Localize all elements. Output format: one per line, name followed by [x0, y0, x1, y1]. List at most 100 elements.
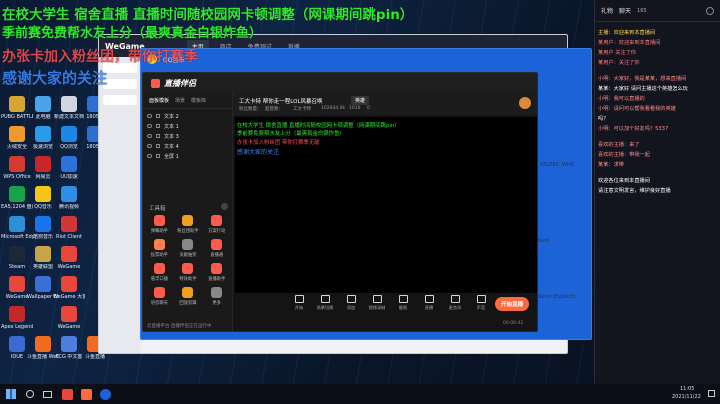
- chat-message: 小明：请问可以帮我看看我的英雄: [598, 106, 676, 112]
- taskbar-app-qq[interactable]: [100, 388, 111, 400]
- room-tag[interactable]: 英雄: [351, 96, 370, 105]
- bottom-tool[interactable]: 直播: [419, 295, 439, 311]
- room-title[interactable]: 工大卡特 帮你走一程LOL风暴召唤: [239, 97, 323, 105]
- tool-item[interactable]: 悬浮口播: [145, 263, 174, 282]
- desktop-icon-label: 斗鱼直播: [84, 354, 105, 360]
- tool-item[interactable]: 贡献抽奖: [174, 239, 203, 258]
- desktop-icon[interactable]: WeGame: [54, 246, 84, 270]
- lock-icon[interactable]: [156, 114, 160, 118]
- eye-icon[interactable]: [147, 114, 152, 118]
- tools-close-icon[interactable]: [221, 203, 228, 210]
- eye-icon[interactable]: [147, 124, 152, 128]
- notification-icon[interactable]: [708, 390, 715, 397]
- overlay-line-4: 感谢大家的关注: [2, 69, 108, 87]
- desktop-icon[interactable]: UU加速: [54, 156, 84, 180]
- app-icon: [35, 336, 51, 352]
- eye-icon[interactable]: [147, 134, 152, 138]
- bg-song-2: bum: [538, 238, 550, 244]
- tool-label: 语音聊天: [150, 301, 168, 306]
- lock-icon[interactable]: [156, 154, 160, 158]
- bg-song-3: Sonic (Explicit): [538, 294, 576, 300]
- app-icon: [9, 306, 25, 322]
- tool-item[interactable]: 直播通: [202, 239, 231, 258]
- tool-label: 回放剪辑: [179, 301, 197, 306]
- desktop-icon-label: Riot Client: [56, 234, 82, 240]
- tool-item[interactable]: 弹幕助手: [145, 215, 174, 234]
- task-view-icon[interactable]: [43, 390, 52, 398]
- chat-message: 欢迎各位来到本直播间: [598, 178, 650, 184]
- tool-label: 直播通: [210, 253, 224, 258]
- app-icon: [9, 276, 25, 292]
- chat-message: 请注意文明发言，维护良好直播: [598, 188, 671, 194]
- source-item[interactable]: 文本 1: [147, 121, 228, 131]
- tool-label: 弹幕助手: [150, 229, 168, 234]
- source-item[interactable]: 文本 3: [147, 131, 228, 141]
- bottom-tool-label: 场景切换: [316, 305, 334, 310]
- lock-icon[interactable]: [156, 134, 160, 138]
- chat-settings-icon[interactable]: [706, 6, 714, 15]
- companion-tab[interactable]: 模板库: [191, 97, 206, 104]
- chat-tab-chat[interactable]: 聊天: [619, 6, 631, 15]
- companion-tab[interactable]: 面板模板: [149, 97, 169, 104]
- start-live-button[interactable]: 开始直播: [495, 297, 529, 311]
- tool-icon: [153, 239, 165, 250]
- bottom-tool-icon: [398, 295, 408, 303]
- preview-line-4: 感谢大家的关注: [237, 149, 280, 156]
- desktop-icon-label: WeGame 大客: [53, 294, 85, 300]
- companion-header: 直播伴侣: [143, 73, 537, 93]
- sidebar-item[interactable]: [103, 79, 137, 89]
- bg-song-1: ASLEEP, WHE...: [540, 162, 579, 168]
- tool-item[interactable]: 投票助手: [145, 239, 174, 258]
- source-item[interactable]: 文本 2: [147, 111, 228, 121]
- app-icon: [35, 276, 51, 292]
- tool-item[interactable]: 特效助手: [174, 263, 203, 282]
- tool-item[interactable]: 语音聊天: [145, 287, 174, 306]
- tool-icon: [211, 287, 223, 298]
- bottom-tool[interactable]: 麦克风: [445, 295, 465, 311]
- tool-item[interactable]: 更多: [202, 287, 231, 306]
- source-item[interactable]: 全屏 1: [147, 151, 228, 161]
- start-icon[interactable]: [6, 389, 16, 399]
- companion-tab[interactable]: 场景: [175, 97, 185, 104]
- app-icon: [61, 276, 77, 292]
- user-avatar[interactable]: [519, 97, 531, 109]
- desktop-icon[interactable]: 腾讯视频: [54, 186, 84, 210]
- bottom-tool-label: 截图: [398, 305, 408, 310]
- bottom-tool[interactable]: 声音: [471, 295, 491, 311]
- taskbar-app-companion[interactable]: [81, 388, 92, 400]
- taskbar-date[interactable]: 2021/11/22: [672, 394, 701, 400]
- app-icon: [35, 156, 51, 172]
- eye-icon[interactable]: [147, 144, 152, 148]
- sidebar-item[interactable]: [103, 95, 137, 105]
- lock-icon[interactable]: [156, 124, 160, 128]
- tool-item[interactable]: 回放剪辑: [174, 287, 203, 306]
- bottom-tool[interactable]: 场景切换: [315, 295, 335, 311]
- chat-message: 某某：求带: [598, 162, 624, 168]
- desktop-icon[interactable]: Apex Legends: [1, 306, 33, 330]
- tool-item[interactable]: 粉丝团助手: [174, 215, 203, 234]
- tool-icon: [153, 263, 165, 274]
- tools-grid: 弹幕助手 粉丝团助手 方案行动投票助手 贡献抽奖 直播通悬浮口播 特效助手 直播助手语音聊天…: [145, 215, 231, 306]
- tool-label: 粉丝团助手: [177, 229, 199, 234]
- bottom-tool[interactable]: 添加: [341, 295, 361, 311]
- source-list: 文本 2 文本 1 文本 3 文本 4 全屏 1: [143, 109, 232, 163]
- desktop-icon[interactable]: WeGame: [54, 306, 84, 330]
- desktop-icon[interactable]: WeGame 大客: [53, 276, 85, 300]
- tool-item[interactable]: 直播助手: [202, 263, 231, 282]
- lock-icon[interactable]: [156, 144, 160, 148]
- bottom-tool[interactable]: 截图: [393, 295, 413, 311]
- bottom-tool[interactable]: 开始: [289, 295, 309, 311]
- bottom-tool[interactable]: 视频录制: [367, 295, 387, 311]
- taskbar-time[interactable]: 11:05: [680, 386, 694, 392]
- source-item[interactable]: 文本 4: [147, 141, 228, 151]
- desktop-icon-label: WeGame: [57, 264, 81, 270]
- tool-item[interactable]: 方案行动: [202, 215, 231, 234]
- chat-tab-gift[interactable]: 礼物: [601, 6, 613, 15]
- companion-footer-left: 云直播平台 直播伴侣正在运行中: [147, 324, 212, 329]
- taskbar-app-wegame[interactable]: [62, 388, 73, 400]
- eye-icon[interactable]: [147, 154, 152, 158]
- tool-label: 特效助手: [179, 277, 197, 282]
- desktop-icon[interactable]: Riot Client: [54, 216, 84, 240]
- taskbar: 11:05 2021/11/22: [0, 384, 720, 404]
- search-icon[interactable]: [26, 390, 34, 398]
